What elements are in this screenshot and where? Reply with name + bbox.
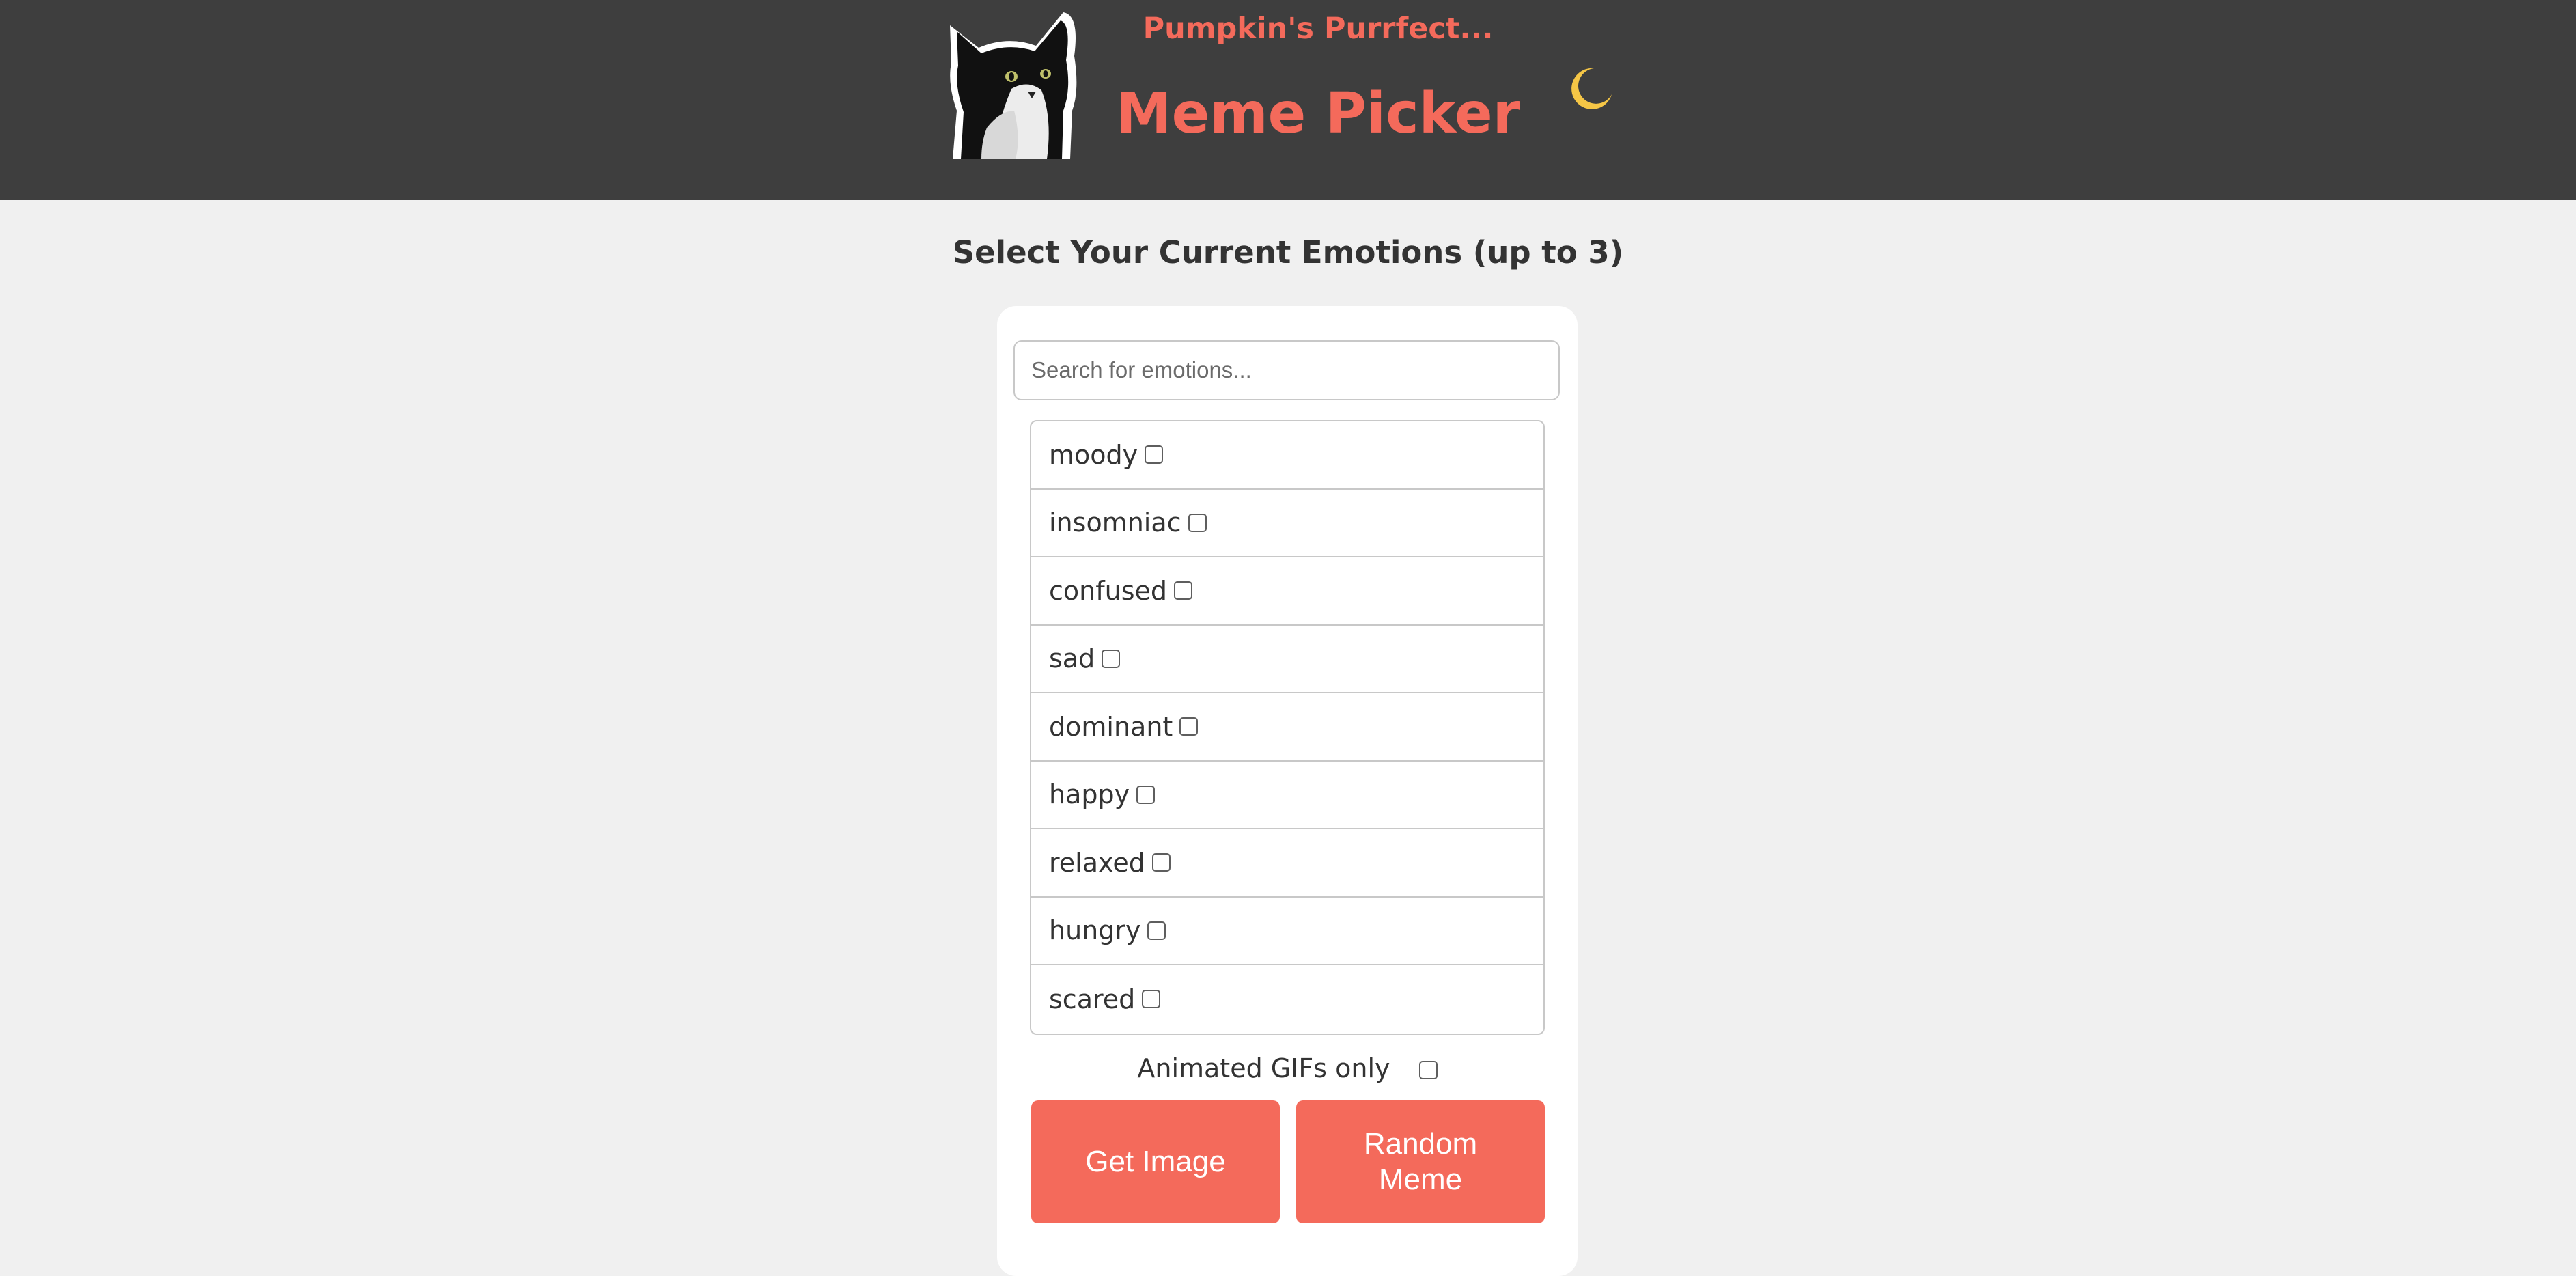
emotion-label: insomniac xyxy=(1049,508,1181,538)
emotion-option-relaxed[interactable]: relaxed xyxy=(1049,848,1171,878)
app-subtitle: Pumpkin's Purrfect... xyxy=(1143,12,1494,46)
emotion-label: sad xyxy=(1049,643,1095,674)
emotion-checkbox[interactable] xyxy=(1174,581,1192,600)
emotion-label: scared xyxy=(1049,984,1136,1014)
list-item: insomniac xyxy=(1031,490,1543,557)
emotion-checkbox[interactable] xyxy=(1151,853,1171,872)
emotion-checkbox[interactable] xyxy=(1179,717,1199,736)
emotion-option-moody[interactable]: moody xyxy=(1049,439,1164,470)
emotion-option-dominant[interactable]: dominant xyxy=(1049,711,1199,742)
emotion-checkbox[interactable] xyxy=(1136,785,1156,804)
emotion-option-happy[interactable]: happy xyxy=(1049,779,1156,810)
emotion-label: relaxed xyxy=(1049,847,1145,878)
emotion-checkbox[interactable] xyxy=(1145,445,1164,464)
list-item: scared xyxy=(1031,965,1543,1034)
list-item: confused xyxy=(1031,557,1543,626)
cat-logo-icon xyxy=(950,12,1077,159)
emotion-picker-card: moody insomniac confused sad dominan xyxy=(997,306,1578,1276)
moon-icon[interactable] xyxy=(1564,63,1616,115)
emotion-option-scared[interactable]: scared xyxy=(1049,984,1161,1014)
emotion-label: hungry xyxy=(1049,915,1141,946)
emotion-option-sad[interactable]: sad xyxy=(1049,643,1121,674)
search-input[interactable] xyxy=(1013,340,1560,400)
get-image-button[interactable]: Get Image xyxy=(1031,1100,1280,1223)
gif-only-checkbox[interactable] xyxy=(1418,1061,1438,1079)
app-title: Meme Picker xyxy=(1115,81,1521,146)
emotion-checkbox[interactable] xyxy=(1147,921,1166,940)
emotion-checkbox[interactable] xyxy=(1142,990,1161,1009)
app-header: Pumpkin's Purrfect... Meme Picker xyxy=(0,0,2576,200)
list-item: dominant xyxy=(1031,693,1543,762)
gif-only-option[interactable]: Animated GIFs only xyxy=(997,1049,1578,1087)
emotion-option-confused[interactable]: confused xyxy=(1049,576,1192,606)
gif-only-label: Animated GIFs only xyxy=(1137,1053,1390,1083)
list-item: happy xyxy=(1031,762,1543,829)
emotion-label: dominant xyxy=(1049,711,1173,742)
list-item: moody xyxy=(1031,421,1543,490)
emotion-checkbox[interactable] xyxy=(1188,513,1207,532)
emotion-checkbox[interactable] xyxy=(1102,649,1121,668)
emotion-label: moody xyxy=(1049,439,1138,470)
list-item: relaxed xyxy=(1031,829,1543,898)
page-title: Select Your Current Emotions (up to 3) xyxy=(952,234,1624,271)
emotion-label: happy xyxy=(1049,779,1130,810)
list-item: sad xyxy=(1031,626,1543,693)
emotion-list: moody insomniac confused sad dominant ha… xyxy=(1030,420,1545,1035)
emotion-option-insomniac[interactable]: insomniac xyxy=(1049,508,1207,538)
emotion-option-hungry[interactable]: hungry xyxy=(1049,915,1166,945)
list-item: hungry xyxy=(1031,898,1543,965)
random-meme-button[interactable]: Random Meme xyxy=(1296,1100,1545,1223)
emotion-label: confused xyxy=(1049,575,1167,606)
